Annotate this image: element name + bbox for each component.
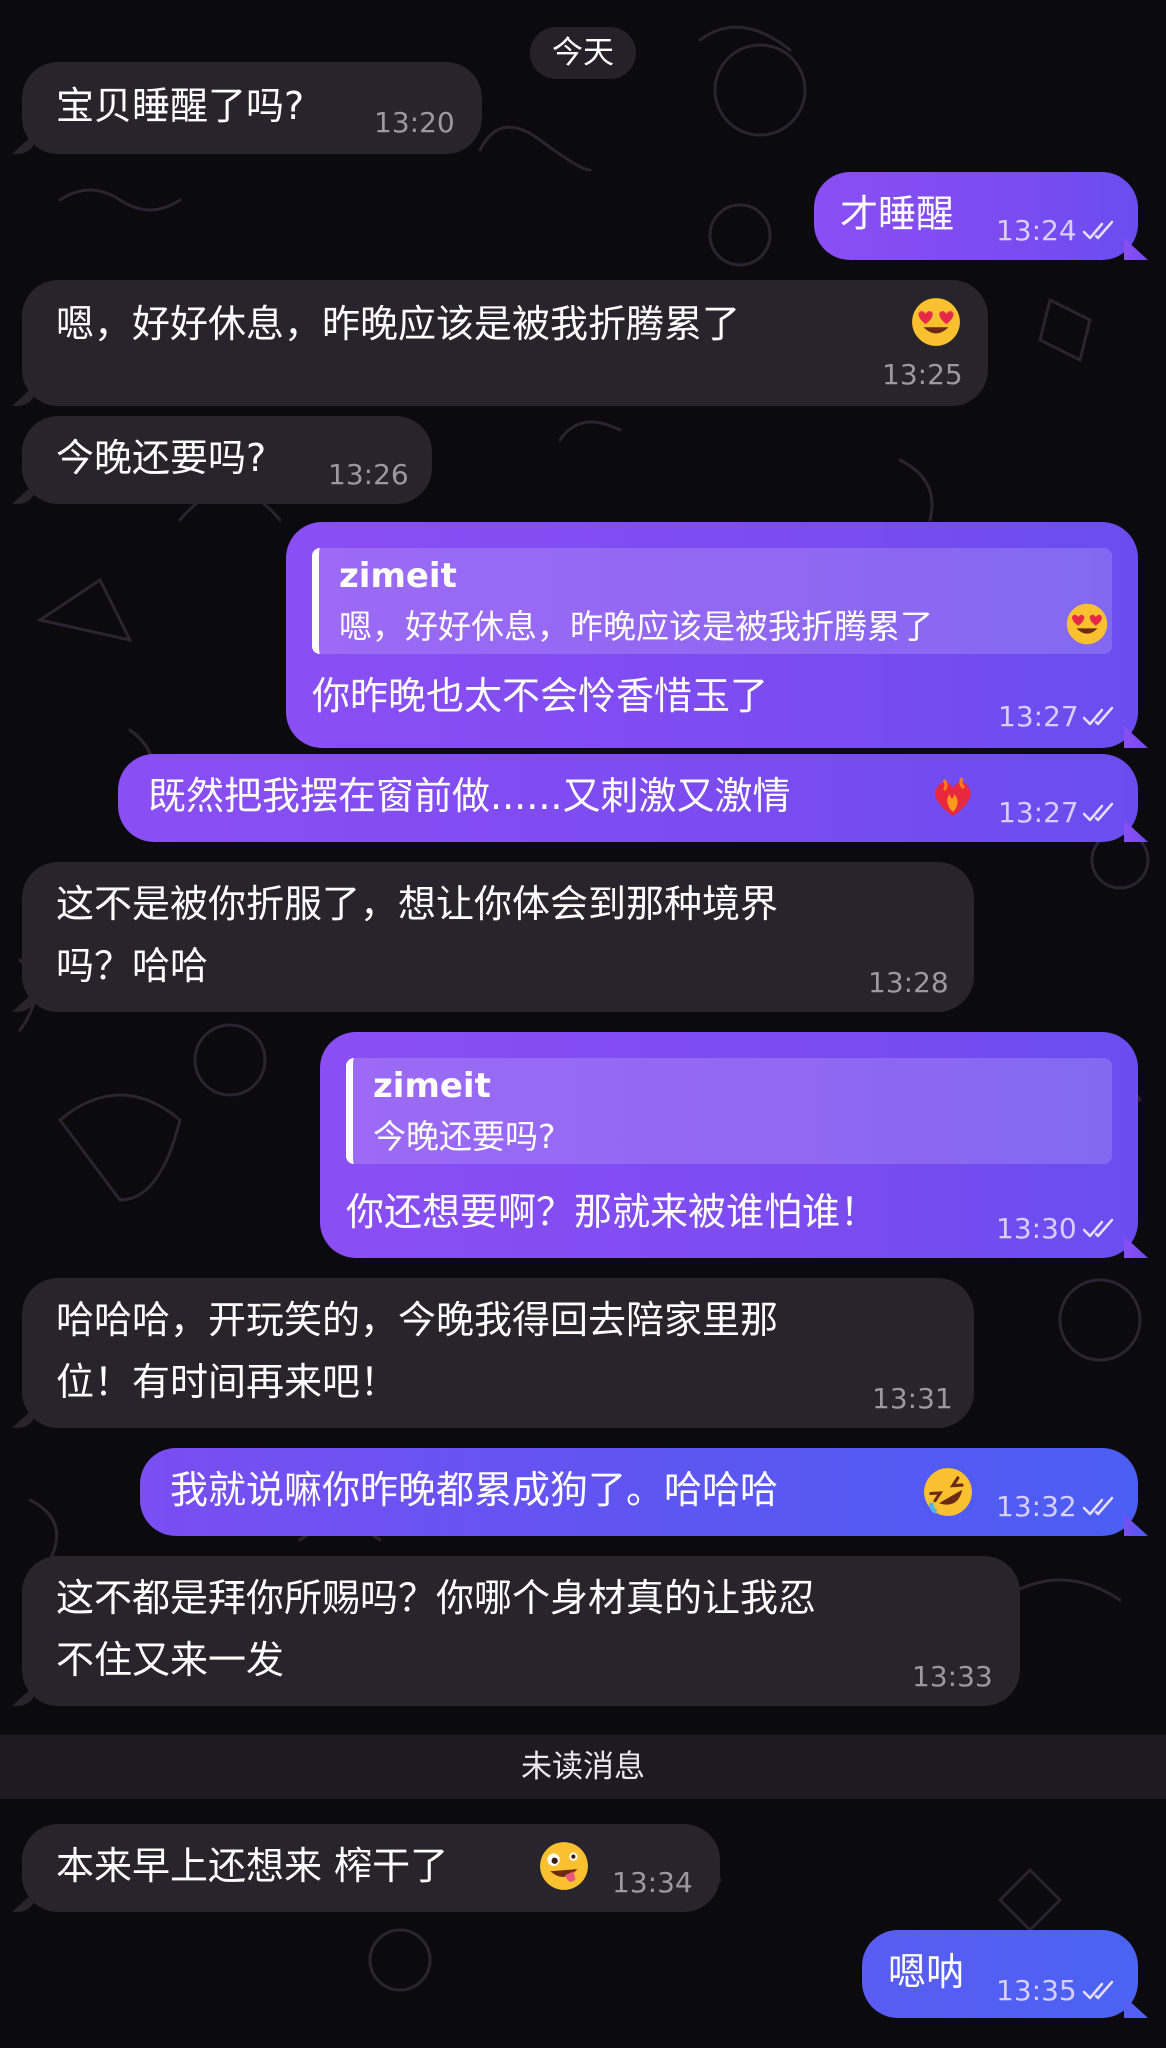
incoming-message[interactable]: 哈哈哈，开玩笑的，今晚我得回去陪家里那 位！有时间再来吧！ 13:31: [22, 1278, 974, 1428]
double-check-icon: [1082, 220, 1114, 240]
message-text-line-2: 吗？哈哈: [56, 944, 209, 988]
message-time: 13:34: [612, 1866, 693, 1899]
zany-face-emoji-icon: [540, 1842, 588, 1890]
incoming-message[interactable]: 本来早上还想来 榨干了 13:34: [22, 1824, 720, 1912]
outgoing-message[interactable]: 嗯呐 13:35: [862, 1930, 1138, 2018]
incoming-message[interactable]: 嗯，好好休息，昨晚应该是被我折腾累了 13:25: [22, 280, 988, 406]
message-time: 13:33: [912, 1660, 993, 1693]
double-check-icon: [1082, 706, 1114, 726]
message-text: 本来早上还想来 榨干了: [56, 1844, 449, 1888]
reply-snippet: 今晚还要吗?: [373, 1117, 556, 1156]
message-text: 才睡醒: [840, 192, 955, 236]
heart-eyes-emoji-icon: [1066, 603, 1108, 645]
message-time: 13:27: [998, 700, 1079, 733]
reply-snippet: 嗯，好好休息，昨晚应该是被我折腾累了: [339, 607, 933, 646]
double-check-icon: [1082, 802, 1114, 822]
message-time: 13:20: [374, 106, 455, 139]
double-check-icon: [1082, 1218, 1114, 1238]
message-text: 你还想要啊？那就来被谁怕谁！: [346, 1190, 879, 1234]
message-text: 嗯，好好休息，昨晚应该是被我折腾累了: [56, 302, 741, 346]
double-check-icon: [1082, 1980, 1114, 2000]
message-text-line-2: 位！有时间再来吧！: [56, 1360, 399, 1404]
unread-messages-separator: 未读消息: [0, 1735, 1166, 1799]
outgoing-message[interactable]: 既然把我摆在窗前做......又刺激又激情 13:27: [118, 754, 1138, 842]
message-time: 13:31: [872, 1382, 953, 1415]
message-time: 13:30: [996, 1212, 1077, 1245]
message-time: 13:28: [868, 966, 949, 999]
reply-quote[interactable]: zimeit 今晚还要吗?: [346, 1058, 1112, 1164]
message-time: 13:32: [996, 1490, 1077, 1523]
outgoing-reply-message[interactable]: zimeit 今晚还要吗? 你还想要啊？那就来被谁怕谁！ 13:30: [320, 1032, 1138, 1258]
date-separator: 今天: [530, 27, 636, 79]
heart-eyes-emoji-icon: [912, 298, 960, 346]
incoming-message[interactable]: 宝贝睡醒了吗? 13:20: [22, 62, 482, 154]
message-time: 13:24: [996, 214, 1077, 247]
outgoing-message[interactable]: 才睡醒 13:24: [814, 172, 1138, 260]
reply-quote[interactable]: zimeit 嗯，好好休息，昨晚应该是被我折腾累了: [312, 548, 1112, 654]
incoming-message[interactable]: 今晚还要吗? 13:26: [22, 416, 432, 504]
rolling-laughing-emoji-icon: [924, 1468, 972, 1516]
message-time: 13:35: [996, 1974, 1077, 2007]
message-text: 既然把我摆在窗前做......又刺激又激情: [148, 774, 791, 818]
reply-author: zimeit: [339, 556, 457, 596]
message-time: 13:25: [882, 358, 963, 391]
message-text-line-1: 这不都是拜你所赐吗？你哪个身材真的让我忍: [56, 1576, 817, 1620]
message-text: 我就说嘛你昨晚都累成狗了。哈哈哈: [170, 1468, 779, 1512]
reply-author: zimeit: [373, 1066, 491, 1106]
message-text-line-1: 哈哈哈，开玩笑的，今晚我得回去陪家里那: [56, 1298, 779, 1342]
outgoing-reply-message[interactable]: zimeit 嗯，好好休息，昨晚应该是被我折腾累了 你昨晚也太不会怜香惜玉了 1…: [286, 522, 1138, 748]
message-text: 你昨晚也太不会怜香惜玉了: [312, 674, 769, 718]
message-time: 13:27: [998, 796, 1079, 829]
incoming-message[interactable]: 这不都是拜你所赐吗？你哪个身材真的让我忍 不住又来一发 13:33: [22, 1556, 1020, 1706]
heart-on-fire-emoji-icon: [935, 777, 971, 816]
incoming-message[interactable]: 这不是被你折服了，想让你体会到那种境界 吗？哈哈 13:28: [22, 862, 974, 1012]
double-check-icon: [1082, 1496, 1114, 1516]
message-time: 13:26: [328, 458, 409, 491]
message-text-line-1: 这不是被你折服了，想让你体会到那种境界: [56, 882, 779, 926]
outgoing-message[interactable]: 我就说嘛你昨晚都累成狗了。哈哈哈 13:32: [140, 1448, 1138, 1536]
message-text: 宝贝睡醒了吗?: [56, 84, 305, 128]
chat-area[interactable]: 今天 宝贝睡醒了吗? 13:20 才睡醒 13:24 嗯，好好休息，昨晚应该是被…: [0, 0, 1166, 2048]
message-text: 嗯呐: [888, 1950, 965, 1994]
message-text-line-2: 不住又来一发: [56, 1638, 285, 1682]
message-text: 今晚还要吗?: [56, 436, 267, 480]
